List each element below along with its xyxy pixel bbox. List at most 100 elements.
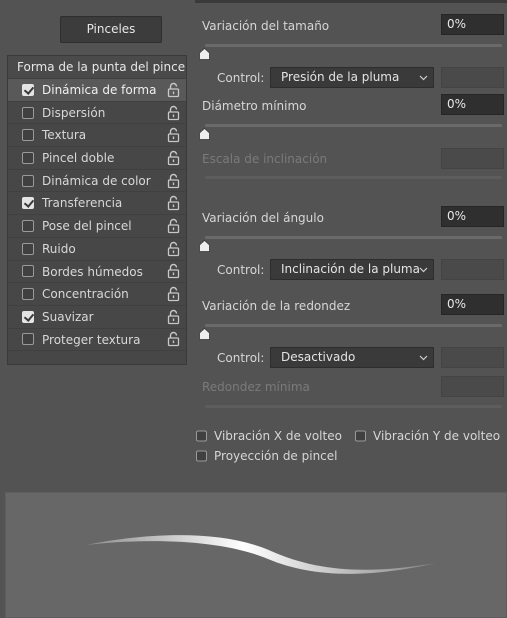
unlock-icon[interactable] [167, 173, 180, 188]
brushes-button[interactable]: Pinceles [60, 16, 162, 43]
checkbox-icon[interactable] [22, 219, 34, 232]
slider-thumb-icon[interactable] [199, 47, 210, 60]
roundness-jitter-slider[interactable] [205, 324, 502, 327]
chevron-down-icon [419, 75, 428, 81]
min-roundness-slider [205, 405, 502, 408]
angle-control-value: Inclinación de la pluma [281, 262, 420, 276]
chevron-down-icon [419, 267, 428, 273]
checkbox-icon[interactable] [22, 197, 34, 210]
brush-option-item[interactable]: Bordes húmedos [8, 261, 186, 284]
unlock-icon[interactable] [167, 241, 180, 256]
checkbox-icon [196, 430, 207, 442]
angle-control-extra-field [441, 259, 504, 280]
slider-thumb-icon[interactable] [199, 239, 210, 252]
min-diameter-input[interactable]: 0% [441, 94, 504, 115]
unlock-icon[interactable] [167, 82, 180, 97]
chevron-down-icon [419, 355, 428, 361]
unlock-icon[interactable] [167, 332, 180, 347]
checkbox-icon[interactable] [22, 106, 34, 119]
flip-x-label: Vibración X de volteo [214, 429, 342, 443]
brush-option-item[interactable]: Dinámica de forma [8, 79, 186, 102]
unlock-icon[interactable] [167, 196, 180, 211]
unlock-icon[interactable] [167, 286, 180, 302]
checkbox-icon[interactable] [22, 242, 34, 255]
brush-tip-shape-item[interactable]: Forma de la punta del pincel [8, 56, 186, 79]
size-jitter-label: Variación del tamaño [202, 19, 330, 33]
brush-projection-checkbox[interactable]: Proyección de pincel [196, 449, 338, 463]
brush-option-item[interactable]: Dinámica de color [8, 170, 186, 193]
checkbox-icon[interactable] [22, 265, 34, 278]
brush-option-label: Textura [42, 128, 87, 143]
brush-option-label: Transferencia [42, 196, 123, 211]
brush-option-item[interactable]: Suavizar [8, 306, 186, 329]
checkbox-icon[interactable] [22, 129, 34, 142]
brush-option-label: Dinámica de color [42, 173, 151, 188]
checkbox-icon[interactable] [22, 174, 34, 187]
angle-control-select[interactable]: Inclinación de la pluma [270, 259, 434, 280]
size-jitter-slider[interactable] [205, 44, 502, 47]
brush-option-label: Dispersión [42, 105, 106, 120]
brush-option-label: Pose del pincel [42, 219, 132, 234]
size-control-extra-field [441, 67, 504, 88]
brush-option-item[interactable]: Proteger textura [8, 329, 186, 352]
brush-option-label: Ruido [42, 241, 76, 256]
unlock-icon[interactable] [167, 150, 180, 166]
brush-stroke-preview [5, 492, 507, 618]
angle-jitter-label: Variación del ángulo [202, 211, 324, 225]
unlock-icon[interactable] [167, 218, 180, 234]
brush-option-label: Suavizar [42, 309, 94, 324]
stroke-preview-image [86, 535, 436, 574]
checkbox-icon [196, 450, 207, 462]
brush-option-item[interactable]: Dispersión [8, 102, 186, 125]
min-roundness-label: Redondez mínima [202, 380, 310, 394]
slider-thumb-icon[interactable] [199, 127, 210, 140]
brush-projection-label: Proyección de pincel [214, 449, 338, 463]
checkbox-icon[interactable] [22, 288, 34, 301]
tilt-scale-slider [205, 176, 502, 179]
size-control-select[interactable]: Presión de la pluma [270, 67, 434, 88]
roundness-jitter-input[interactable]: 0% [441, 294, 504, 315]
unlock-icon[interactable] [167, 309, 180, 324]
brush-option-item[interactable]: Textura [8, 124, 186, 148]
roundness-control-label: Control: [217, 351, 265, 365]
min-diameter-slider[interactable] [205, 124, 502, 127]
size-control-value: Presión de la pluma [281, 70, 400, 84]
unlock-icon[interactable] [167, 105, 180, 120]
brush-option-item[interactable]: Pose del pincel [8, 215, 186, 238]
top-divider [195, 0, 507, 3]
size-control-label: Control: [217, 71, 265, 85]
roundness-control-extra-field [441, 347, 504, 368]
roundness-jitter-label: Variación de la redondez [202, 299, 351, 313]
brush-option-item[interactable]: Transferencia [8, 192, 186, 216]
angle-jitter-input[interactable]: 0% [441, 206, 504, 227]
brush-option-item[interactable]: Concentración [8, 283, 186, 306]
brush-option-item[interactable]: Pincel doble [8, 147, 186, 170]
slider-thumb-icon[interactable] [199, 327, 210, 340]
brush-option-item[interactable]: Ruido [8, 238, 186, 261]
size-jitter-input[interactable]: 0% [441, 14, 504, 35]
brush-option-label: Dinámica de forma [42, 83, 157, 97]
checkbox-icon [355, 430, 366, 442]
flip-y-label: Vibración Y de volteo [373, 429, 501, 443]
checkbox-icon[interactable] [22, 83, 34, 96]
brush-option-label: Bordes húmedos [42, 264, 143, 279]
angle-jitter-slider[interactable] [205, 236, 502, 239]
brush-settings-list: Forma de la punta del pincel Dinámica de… [7, 55, 187, 365]
checkbox-icon[interactable] [22, 151, 34, 164]
unlock-icon[interactable] [167, 264, 180, 279]
brush-option-label: Proteger textura [42, 332, 141, 347]
roundness-control-value: Desactivado [281, 350, 356, 364]
checkbox-icon[interactable] [22, 310, 34, 323]
tilt-scale-input [441, 148, 504, 169]
min-diameter-label: Diámetro mínimo [202, 99, 307, 113]
brush-option-label: Concentración [42, 287, 129, 302]
unlock-icon[interactable] [167, 128, 180, 143]
tilt-scale-label: Escala de inclinación [202, 152, 328, 166]
brush-option-label: Pincel doble [42, 151, 115, 166]
checkbox-icon[interactable] [22, 333, 34, 346]
angle-control-label: Control: [217, 263, 265, 277]
flip-y-checkbox[interactable]: Vibración Y de volteo [355, 429, 500, 443]
flip-x-checkbox[interactable]: Vibración X de volteo [196, 429, 342, 443]
roundness-control-select[interactable]: Desactivado [270, 347, 434, 368]
min-roundness-input [441, 376, 504, 397]
